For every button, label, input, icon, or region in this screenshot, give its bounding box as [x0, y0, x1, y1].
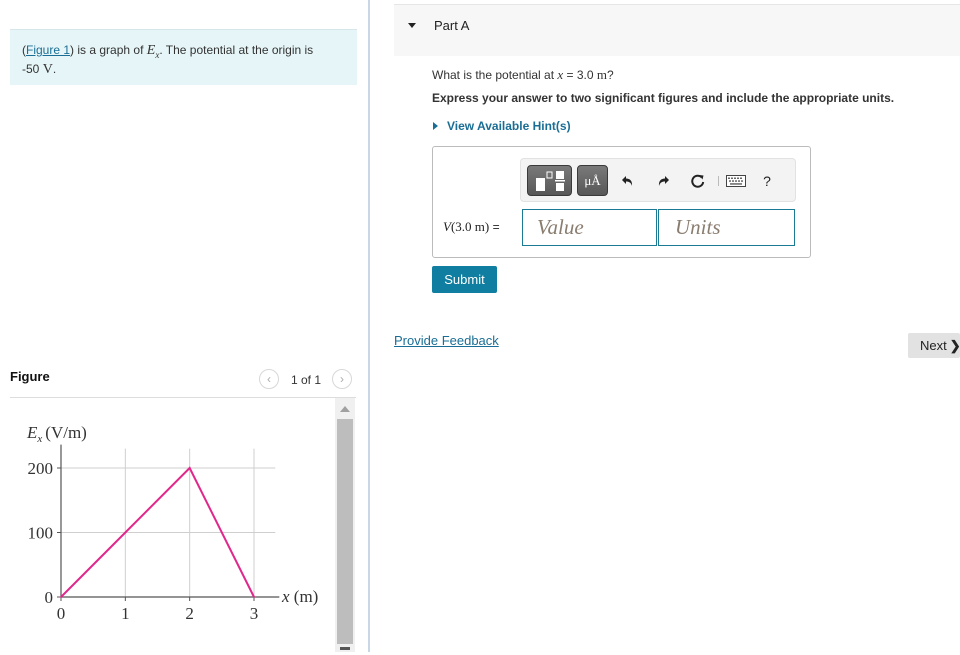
question-unit: m	[596, 67, 608, 82]
figure-title: Figure	[10, 369, 50, 384]
instruction-text: Express your answer to two significant f…	[432, 91, 895, 105]
keyboard-icon	[726, 175, 746, 187]
field-symbol: Ex	[147, 43, 160, 60]
x-tick-label: 0	[57, 604, 66, 623]
undo-button[interactable]	[616, 167, 640, 195]
answer-box: μÅ ? V(3.0 m) = Value Units	[432, 146, 811, 258]
previous-figure-button[interactable]: ‹	[259, 369, 279, 389]
data-point	[124, 531, 127, 534]
chart-svg: 0 1 2 3 0 100 200 Ex (V/m) x (m)	[26, 423, 318, 623]
math-toolbar: μÅ ?	[520, 158, 796, 202]
templates-icon	[535, 170, 565, 191]
caret-down-icon	[408, 23, 416, 28]
submit-button[interactable]: Submit	[432, 266, 497, 293]
part-a-header[interactable]: Part A	[394, 4, 960, 56]
toolbar-separator	[718, 176, 719, 186]
figure-link[interactable]: Figure 1	[26, 43, 70, 57]
next-figure-button[interactable]: ›	[332, 369, 352, 389]
problem-intro: (Figure 1) is a graph of Ex. The potenti…	[10, 29, 357, 85]
provide-feedback-link[interactable]: Provide Feedback	[394, 333, 499, 348]
reset-button[interactable]	[686, 167, 710, 195]
chart-ticks: 0 1 2 3 0 100 200	[28, 459, 259, 623]
scroll-up-arrow-icon[interactable]	[340, 406, 350, 412]
question-text: What is the potential at x = 3.0 m?	[432, 67, 614, 83]
chevron-left-icon: ‹	[267, 372, 271, 386]
reset-icon	[691, 174, 705, 188]
units-input[interactable]: Units	[658, 209, 795, 246]
y-tick-label: 200	[28, 459, 54, 478]
intro-text-2: . The potential at the origin is	[159, 43, 314, 57]
chevron-right-icon: ❯	[949, 337, 960, 353]
y-tick-label: 0	[45, 588, 54, 607]
value-input[interactable]: Value	[522, 209, 657, 246]
x-tick-label: 1	[121, 604, 130, 623]
figure-scrollbar[interactable]	[335, 398, 355, 652]
question-value: = 3.0	[563, 68, 597, 82]
y-axis-label: Ex (V/m)	[26, 423, 87, 445]
answer-label-equals: =	[489, 220, 500, 234]
figure-chart: 0 1 2 3 0 100 200 Ex (V/m) x (m)	[10, 410, 330, 652]
view-hints-toggle[interactable]: View Available Hint(s)	[432, 119, 571, 133]
undo-icon	[622, 176, 633, 186]
next-button[interactable]: Next ❯	[908, 333, 960, 358]
figure-header: Figure ‹ 1 of 1 ›	[10, 366, 356, 398]
units-button[interactable]: μÅ	[577, 165, 608, 196]
question-prefix: What is the potential at	[432, 68, 558, 82]
origin-potential-value: -50	[22, 61, 40, 76]
x-axis-label: x (m)	[281, 587, 318, 606]
origin-potential-unit: V	[42, 61, 53, 77]
answer-label: V(3.0 m) =	[443, 219, 500, 235]
question-mark: ?	[607, 68, 614, 82]
redo-icon	[658, 176, 669, 186]
scroll-thumb[interactable]	[337, 419, 353, 644]
caret-right-icon	[433, 122, 438, 130]
chevron-right-icon: ›	[340, 372, 344, 386]
help-icon: ?	[763, 173, 771, 189]
data-point	[60, 596, 62, 598]
y-tick-label: 100	[28, 524, 54, 543]
data-point	[188, 467, 191, 469]
answer-label-variable: V	[443, 219, 451, 234]
hint-label: View Available Hint(s)	[447, 119, 571, 133]
intro-text: ) is a graph of	[70, 43, 147, 57]
keyboard-button[interactable]	[722, 167, 750, 195]
templates-button[interactable]	[527, 165, 572, 196]
scroll-down-arrow-icon[interactable]	[340, 647, 350, 650]
units-icon: μÅ	[584, 172, 601, 188]
answer-label-argument: (3.0 m)	[450, 219, 490, 234]
redo-button[interactable]	[651, 167, 675, 195]
next-label: Next	[920, 338, 947, 353]
column-divider	[368, 0, 370, 652]
help-button[interactable]: ?	[755, 167, 779, 195]
data-point	[253, 596, 255, 598]
part-title: Part A	[434, 18, 470, 33]
intro-period: .	[52, 61, 57, 76]
x-tick-label: 2	[185, 604, 194, 623]
x-tick-label: 3	[250, 604, 259, 623]
figure-pager: 1 of 1	[291, 373, 322, 387]
